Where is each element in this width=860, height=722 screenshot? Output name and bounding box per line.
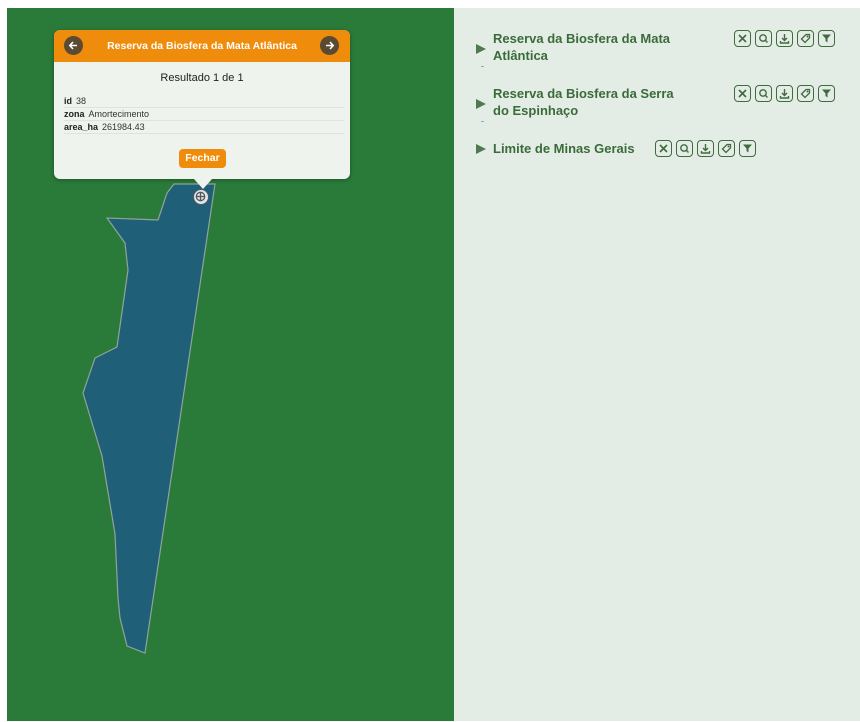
zoom-icon <box>759 89 768 98</box>
download-layer-button[interactable] <box>697 140 714 157</box>
download-layer-button[interactable] <box>776 85 793 102</box>
layer-item-limite-minas-gerais: Limite de Minas Gerais <box>454 140 860 164</box>
close-popup-button[interactable]: Fechar <box>179 149 226 168</box>
attribute-value: 261984.43 <box>102 122 145 132</box>
layer-name[interactable]: Reserva da Biosfera da Mata Atlântica <box>493 30 693 64</box>
filter-layer-button[interactable] <box>818 85 835 102</box>
zoom-to-layer-button[interactable] <box>755 30 772 47</box>
download-icon <box>700 144 711 154</box>
remove-layer-button[interactable] <box>734 30 751 47</box>
layer-name[interactable]: Limite de Minas Gerais <box>493 140 653 157</box>
filter-icon <box>822 89 831 98</box>
expand-triangle-icon[interactable] <box>474 42 488 56</box>
remove-layer-button[interactable] <box>655 140 672 157</box>
attribute-row: area_ha 261984.43 <box>64 121 344 134</box>
divider <box>481 66 484 67</box>
attribute-row: id 38 <box>64 95 344 108</box>
style-layer-button[interactable] <box>797 30 814 47</box>
zoom-to-layer-button[interactable] <box>676 140 693 157</box>
style-layer-button[interactable] <box>718 140 735 157</box>
download-icon <box>779 89 790 99</box>
attribute-row: zona Amortecimento <box>64 108 344 121</box>
tag-icon <box>800 33 811 44</box>
expand-triangle-icon[interactable] <box>474 142 488 156</box>
next-arrow-icon[interactable] <box>320 36 339 55</box>
layer-panel: Reserva da Biosfera da Mata Atlântica Re… <box>454 8 860 721</box>
tag-icon <box>721 143 732 154</box>
expand-triangle-icon[interactable] <box>474 97 488 111</box>
download-icon <box>779 34 790 44</box>
attribute-key: id <box>64 96 72 106</box>
tag-icon <box>800 88 811 99</box>
feature-popup: Reserva da Biosfera da Mata Atlântica Re… <box>54 30 350 189</box>
attribute-value: 38 <box>76 96 87 106</box>
layer-tools <box>734 85 835 102</box>
zoom-icon <box>759 34 768 43</box>
close-icon <box>738 89 747 98</box>
location-marker-icon[interactable] <box>193 189 209 205</box>
zoom-to-layer-button[interactable] <box>755 85 772 102</box>
layer-item-serra-do-espinhaco: Reserva da Biosfera da Serra do Espinhaç… <box>454 85 860 125</box>
filter-layer-button[interactable] <box>739 140 756 157</box>
attribute-value: Amortecimento <box>88 109 150 119</box>
layer-tools <box>734 30 835 47</box>
previous-arrow-icon[interactable] <box>64 36 83 55</box>
style-layer-button[interactable] <box>797 85 814 102</box>
layer-name[interactable]: Reserva da Biosfera da Serra do Espinhaç… <box>493 85 693 119</box>
result-counter: Resultado 1 de 1 <box>160 72 244 84</box>
filter-layer-button[interactable] <box>818 30 835 47</box>
close-icon <box>738 34 747 43</box>
divider <box>481 121 484 122</box>
layer-item-mata-atlantica: Reserva da Biosfera da Mata Atlântica <box>454 30 860 70</box>
filter-icon <box>743 144 752 153</box>
layer-tools <box>655 140 756 157</box>
filter-icon <box>822 34 831 43</box>
zoom-icon <box>680 144 689 153</box>
attribute-key: area_ha <box>64 122 99 132</box>
attribute-key: zona <box>64 109 85 119</box>
remove-layer-button[interactable] <box>734 85 751 102</box>
popup-header: Reserva da Biosfera da Mata Atlântica <box>54 30 350 62</box>
close-icon <box>659 144 668 153</box>
popup-title: Reserva da Biosfera da Mata Atlântica <box>107 40 297 52</box>
popup-pointer <box>194 179 212 189</box>
download-layer-button[interactable] <box>776 30 793 47</box>
